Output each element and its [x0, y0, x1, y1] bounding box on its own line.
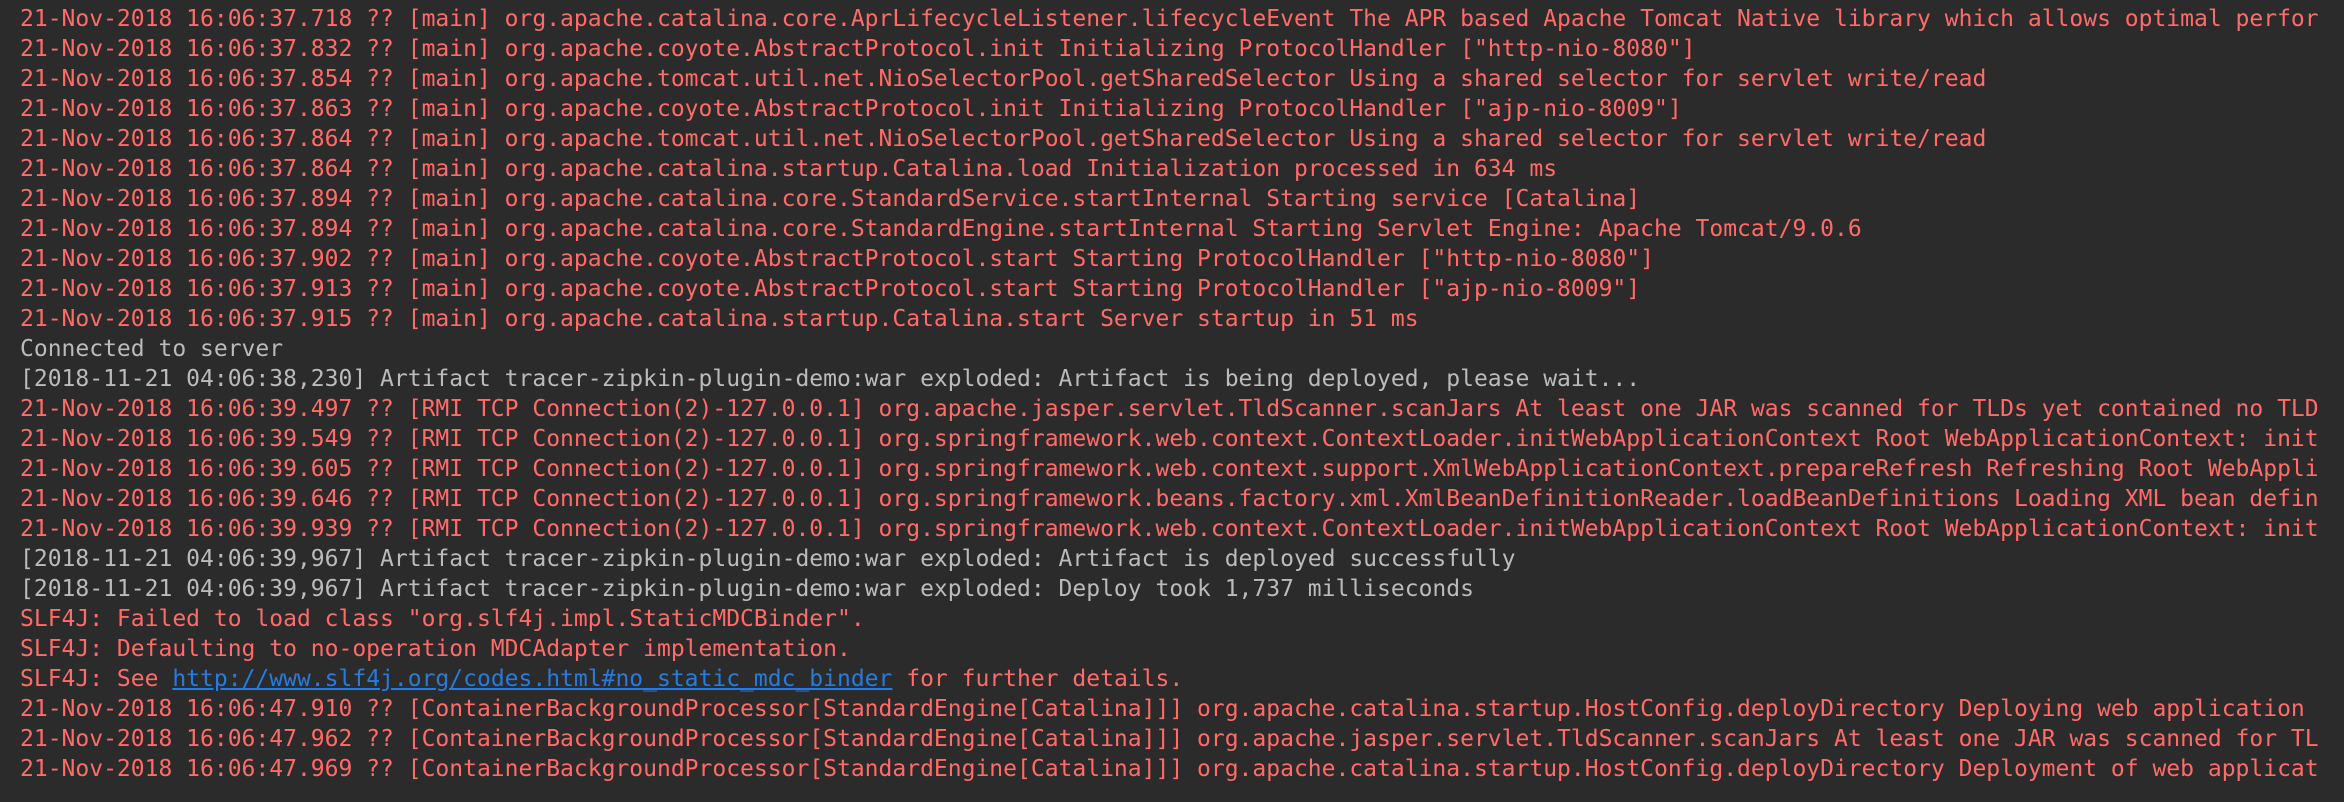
- log-line-suffix: for further details.: [892, 666, 1184, 692]
- log-hyperlink[interactable]: http://www.slf4j.org/codes.html#no_stati…: [172, 666, 892, 692]
- log-line-stdout: Connected to server: [20, 336, 284, 362]
- log-line-stderr: 21-Nov-2018 16:06:37.854 ?? [main] org.a…: [20, 66, 1987, 92]
- log-line-prefix: SLF4J: See: [20, 666, 173, 692]
- log-line-stderr: 21-Nov-2018 16:06:39.605 ?? [RMI TCP Con…: [20, 456, 2319, 482]
- log-line-stderr: 21-Nov-2018 16:06:37.913 ?? [main] org.a…: [20, 276, 1641, 302]
- log-line-stderr: 21-Nov-2018 16:06:39.549 ?? [RMI TCP Con…: [20, 426, 2319, 452]
- console-lines: 21-Nov-2018 16:06:37.718 ?? [main] org.a…: [20, 4, 2344, 784]
- log-line-stderr: 21-Nov-2018 16:06:37.832 ?? [main] org.a…: [20, 36, 1696, 62]
- log-line-stderr: 21-Nov-2018 16:06:37.894 ?? [main] org.a…: [20, 186, 1641, 212]
- log-line-stderr: 21-Nov-2018 16:06:39.939 ?? [RMI TCP Con…: [20, 516, 2319, 542]
- log-line-stdout: [2018-11-21 04:06:39,967] Artifact trace…: [20, 546, 1516, 572]
- log-line-stderr: 21-Nov-2018 16:06:47.910 ?? [ContainerBa…: [20, 696, 2305, 722]
- log-line-stderr: 21-Nov-2018 16:06:37.864 ?? [main] org.a…: [20, 156, 1558, 182]
- log-line-stderr: 21-Nov-2018 16:06:47.969 ?? [ContainerBa…: [20, 756, 2319, 782]
- log-line-stdout: [2018-11-21 04:06:39,967] Artifact trace…: [20, 576, 1474, 602]
- log-line-stdout: [2018-11-21 04:06:38,230] Artifact trace…: [20, 366, 1641, 392]
- log-line-stderr: SLF4J: Defaulting to no-operation MDCAda…: [20, 636, 851, 662]
- log-line-stderr: 21-Nov-2018 16:06:37.863 ?? [main] org.a…: [20, 96, 1682, 122]
- log-line-stderr: 21-Nov-2018 16:06:39.497 ?? [RMI TCP Con…: [20, 396, 2319, 422]
- log-line-stderr: 21-Nov-2018 16:06:47.962 ?? [ContainerBa…: [20, 726, 2319, 752]
- console-output-panel[interactable]: 21-Nov-2018 16:06:37.718 ?? [main] org.a…: [0, 0, 2344, 802]
- log-line-stderr: SLF4J: See http://www.slf4j.org/codes.ht…: [20, 664, 2344, 694]
- log-line-stderr: 21-Nov-2018 16:06:37.894 ?? [main] org.a…: [20, 216, 1862, 242]
- log-line-stderr: 21-Nov-2018 16:06:37.864 ?? [main] org.a…: [20, 126, 1987, 152]
- log-line-stderr: 21-Nov-2018 16:06:37.915 ?? [main] org.a…: [20, 306, 1419, 332]
- log-line-stderr: 21-Nov-2018 16:06:37.718 ?? [main] org.a…: [20, 6, 2319, 32]
- log-line-stderr: SLF4J: Failed to load class "org.slf4j.i…: [20, 606, 865, 632]
- log-line-stderr: 21-Nov-2018 16:06:37.902 ?? [main] org.a…: [20, 246, 1654, 272]
- log-line-stderr: 21-Nov-2018 16:06:39.646 ?? [RMI TCP Con…: [20, 486, 2319, 512]
